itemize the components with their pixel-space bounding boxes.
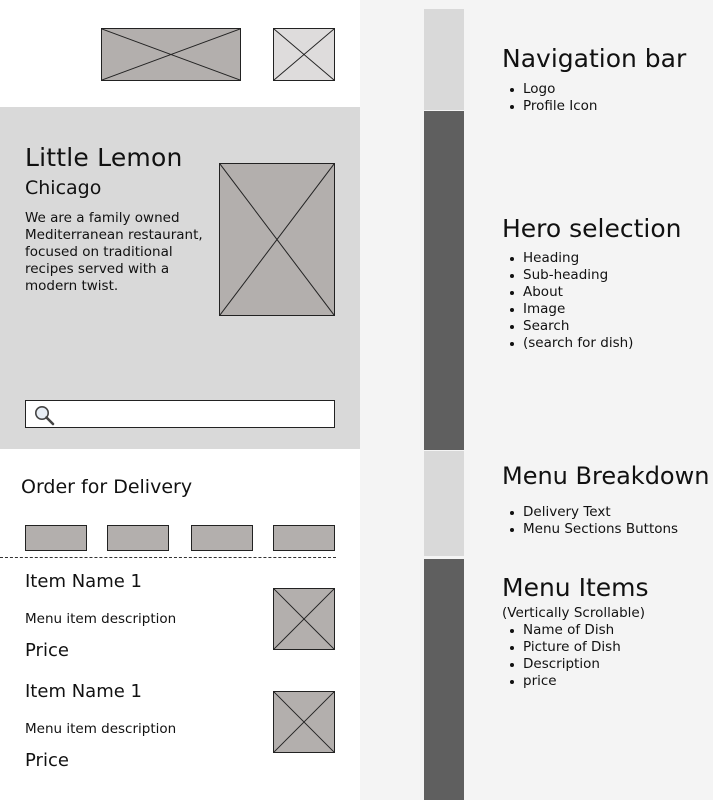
search-input[interactable] <box>25 400 335 428</box>
nav-annotation-list: Logo Profile Icon <box>510 81 598 115</box>
item-price: Price <box>25 750 69 771</box>
annotation-bullet: Heading <box>509 250 633 267</box>
annotation-bullet: About <box>509 284 633 301</box>
item-name: Item Name 1 <box>25 681 142 702</box>
item-name: Item Name 1 <box>25 571 142 592</box>
nav-section-marker <box>424 9 464 110</box>
items-section-marker <box>424 559 464 800</box>
profile-icon-placeholder <box>273 28 335 81</box>
items-annotation-note: (Vertically Scrollable) <box>502 605 646 621</box>
item-description: Menu item description <box>25 721 177 737</box>
item-price: Price <box>25 640 69 661</box>
annotation-bullet: Search <box>509 318 633 335</box>
item-description: Menu item description <box>25 611 177 627</box>
hero-annotation-list: Heading Sub-heading About Image Search (… <box>509 250 634 352</box>
menu-section-button-1[interactable] <box>25 525 87 551</box>
hero-annotation-heading: Hero selection <box>502 214 682 243</box>
breakdown-annotation-heading: Menu Breakdown <box>502 462 710 490</box>
hero-title: Little Lemon <box>25 143 183 172</box>
breakdown-annotation-list: Delivery Text Menu Sections Buttons <box>509 504 679 538</box>
items-annotation-heading: Menu Items <box>502 573 649 602</box>
annotation-bullet: Description <box>510 656 621 673</box>
menu-section-button-4[interactable] <box>273 525 335 551</box>
logo-placeholder <box>101 28 241 81</box>
annotation-bullet: Picture of Dish <box>510 639 621 655</box>
items-annotation-list: Name of Dish Picture of Dish Description… <box>510 622 621 690</box>
hero-description: We are a family owned Mediterranean rest… <box>25 210 203 294</box>
hero-section-marker <box>424 111 464 450</box>
item-image-placeholder <box>273 691 335 753</box>
annotation-bullet: (search for dish) <box>509 335 634 351</box>
nav-annotation-heading: Navigation bar <box>502 44 687 73</box>
breakdown-section-marker <box>424 451 464 556</box>
section-divider <box>0 557 336 558</box>
annotation-bullet: Name of Dish <box>510 622 621 639</box>
search-icon <box>33 404 55 426</box>
annotation-bullet: Menu Sections Buttons <box>509 521 679 537</box>
annotation-bullet: Profile Icon <box>510 98 598 114</box>
menu-section-button-2[interactable] <box>107 525 169 551</box>
annotation-bullet: Delivery Text <box>509 504 678 521</box>
hero-subtitle: Chicago <box>25 177 102 199</box>
menu-section-button-3[interactable] <box>191 525 253 551</box>
order-for-delivery-label: Order for Delivery <box>21 476 193 498</box>
annotation-bullet: price <box>510 673 621 690</box>
item-image-placeholder <box>273 588 335 650</box>
annotation-bullet: Logo <box>510 81 598 98</box>
annotation-bullet: Sub-heading <box>509 267 633 284</box>
hero-image-placeholder <box>219 163 335 316</box>
annotation-bullet: Image <box>509 301 633 318</box>
